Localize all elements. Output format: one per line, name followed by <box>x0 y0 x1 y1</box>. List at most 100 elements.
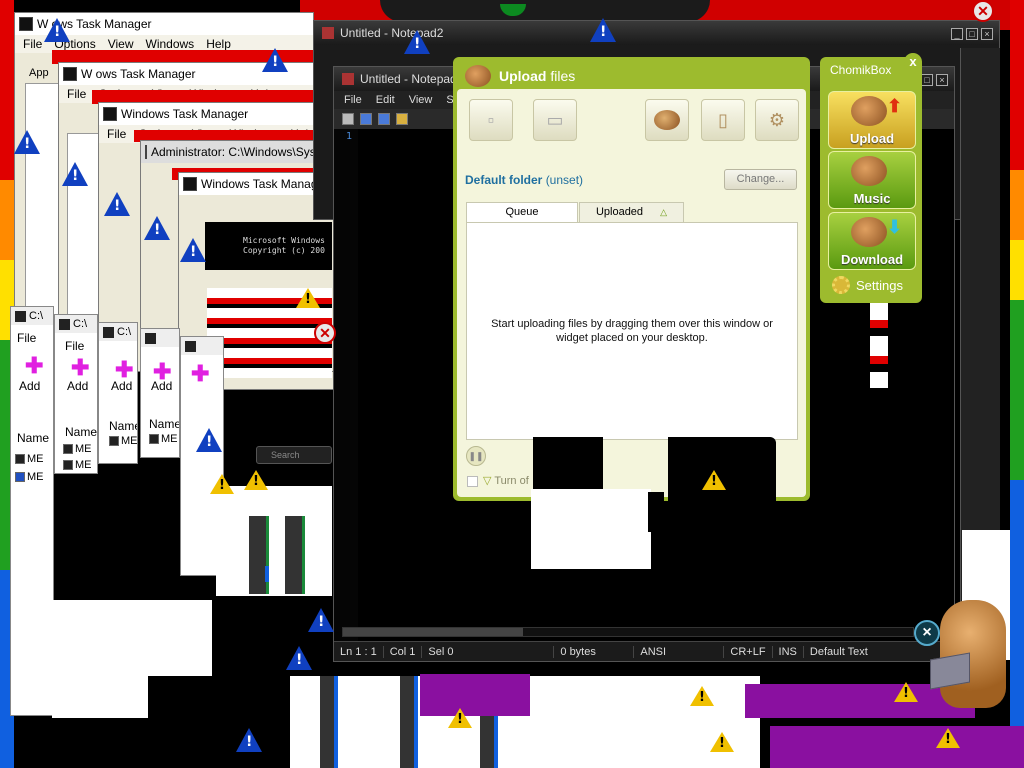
change-button[interactable]: Change... <box>724 169 797 190</box>
maximize-icon[interactable]: □ <box>921 74 933 86</box>
upload-button[interactable]: ⬆ Upload <box>828 91 916 149</box>
list-item[interactable]: ME <box>109 435 137 447</box>
cmd-icon <box>145 145 147 159</box>
menu-file[interactable]: File <box>344 94 362 106</box>
warning-icon <box>308 608 334 632</box>
menu-file[interactable]: File <box>65 339 84 353</box>
list-item[interactable]: ME <box>15 471 44 483</box>
minimize-icon[interactable]: _ <box>951 28 963 40</box>
widget-close-button[interactable]: x <box>904 53 922 71</box>
warning-icon <box>404 30 430 54</box>
window-title: Windows Task Manager <box>201 177 329 191</box>
column-header-name[interactable]: Name <box>109 419 137 433</box>
title-bar[interactable]: C:\ <box>11 307 53 325</box>
title-bar[interactable] <box>181 337 223 355</box>
status-col: Col 1 <box>384 645 423 658</box>
menu-view[interactable]: View <box>409 94 433 106</box>
pause-button[interactable]: ❚❚ <box>466 446 486 466</box>
add-icon[interactable]: ✚ <box>115 359 133 381</box>
menu-file[interactable]: File <box>67 87 86 101</box>
tab-applications[interactable]: App <box>29 67 49 79</box>
arrow-down-icon: ⬇ <box>887 217 903 237</box>
add-button-label[interactable]: Add <box>111 379 132 393</box>
title-bar[interactable]: Windows Task Manager <box>99 103 333 125</box>
add-icon[interactable]: ✚ <box>25 355 43 377</box>
settings-button[interactable]: ⚙ <box>755 99 799 141</box>
title-bar[interactable]: C:\ <box>55 315 97 333</box>
tab-queue[interactable]: Queue <box>466 202 578 222</box>
warning-icon <box>236 728 262 752</box>
small-window-1[interactable]: C:\ File ✚ Add Name ME ME <box>10 306 54 716</box>
music-button[interactable]: Music <box>828 151 916 209</box>
console-line: Copyright (c) 200 <box>243 246 325 255</box>
hamster-mascot[interactable] <box>940 600 1006 708</box>
warning-icon <box>244 470 268 490</box>
line-number: 1 <box>334 129 358 641</box>
warning-icon <box>448 708 472 728</box>
title-bar[interactable] <box>141 329 179 347</box>
warning-icon <box>710 732 734 752</box>
title-bar[interactable]: Administrator: C:\Windows\System <box>141 141 333 163</box>
chomik-button[interactable] <box>645 99 689 141</box>
menu-file[interactable]: File <box>23 37 42 51</box>
download-button[interactable]: ⬇ Download <box>828 212 916 270</box>
glitch-green-bar <box>266 516 269 594</box>
chomikbox-widget[interactable]: ChomikBox x ⬆ Upload Music ⬇ Download Se… <box>820 53 922 303</box>
menu-windows[interactable]: Windows <box>146 37 195 51</box>
new-file-icon[interactable] <box>342 113 354 125</box>
column-header-name[interactable]: Name <box>149 417 179 431</box>
add-folder-button[interactable]: ▭ <box>533 99 577 141</box>
hamster-upload-icon <box>465 65 491 87</box>
gear-icon: ⚙ <box>768 109 786 130</box>
column-header-name[interactable]: Name <box>17 431 49 445</box>
window-title: Untitled - Notepad2 <box>360 72 464 86</box>
open-icon[interactable] <box>360 113 372 125</box>
window-title: W ows Task Manager <box>81 67 196 81</box>
list-item[interactable]: ME <box>15 453 44 465</box>
horizontal-scrollbar[interactable] <box>342 627 914 637</box>
warning-icon <box>104 192 130 216</box>
search-box[interactable]: Search <box>256 446 332 464</box>
scrollbar-thumb[interactable] <box>343 628 523 636</box>
menu-edit[interactable]: Edit <box>376 94 395 106</box>
list-item[interactable]: ME <box>63 443 92 455</box>
close-icon[interactable]: × <box>936 74 948 86</box>
add-icon[interactable]: ✚ <box>191 363 209 385</box>
list-item[interactable]: ME <box>149 433 178 445</box>
small-window-4[interactable]: ✚ Add Name ME <box>140 328 180 458</box>
list-item[interactable]: ME <box>63 459 92 471</box>
menu-file[interactable]: File <box>107 127 126 141</box>
clipboard-button[interactable]: ▯ <box>701 99 745 141</box>
settings-link[interactable]: Settings <box>832 276 903 294</box>
maximize-icon[interactable]: □ <box>966 28 978 40</box>
menu-file[interactable]: File <box>17 331 36 345</box>
add-button-label[interactable]: Add <box>19 379 40 393</box>
warning-icon <box>180 238 206 262</box>
turn-off-label: ▽ Turn of <box>483 475 529 487</box>
window-title: Administrator: C:\Windows\System <box>151 145 334 159</box>
tab-uploaded[interactable]: Uploaded △ <box>579 202 684 222</box>
close-circle-icon[interactable]: × <box>914 620 940 646</box>
window-title: C:\ <box>117 326 132 338</box>
menu-view[interactable]: View <box>108 37 134 51</box>
title-bar[interactable]: Windows Task Manager <box>179 173 333 195</box>
task-manager-icon <box>19 17 33 31</box>
column-header-name[interactable]: Name <box>65 425 97 439</box>
add-button-label[interactable]: Add <box>151 379 172 393</box>
add-icon[interactable]: ✚ <box>71 357 89 379</box>
turn-off-checkbox[interactable] <box>467 476 478 487</box>
title-bar[interactable]: C:\ <box>99 323 137 341</box>
add-button-label[interactable]: Add <box>67 379 88 393</box>
status-eol: CR+LF <box>724 645 773 658</box>
small-window-3[interactable]: C:\ ✚ Add Name ME <box>98 322 138 464</box>
add-files-button[interactable]: ▫ <box>469 99 513 141</box>
small-window-2[interactable]: C:\ File ✚ Add Name ME ME <box>54 314 98 474</box>
queue-area[interactable]: Start uploading files by dragging them o… <box>466 222 798 440</box>
upload-files-panel[interactable]: Upload files ▫ ▭ ▯ ⚙ Default folder (uns… <box>453 57 810 501</box>
menu-help[interactable]: Help <box>206 37 231 51</box>
glitch-purple-bar <box>770 726 1024 768</box>
close-icon[interactable]: × <box>981 28 993 40</box>
browse-icon[interactable] <box>378 113 390 125</box>
file-icon <box>15 454 25 464</box>
save-icon[interactable] <box>396 113 408 125</box>
